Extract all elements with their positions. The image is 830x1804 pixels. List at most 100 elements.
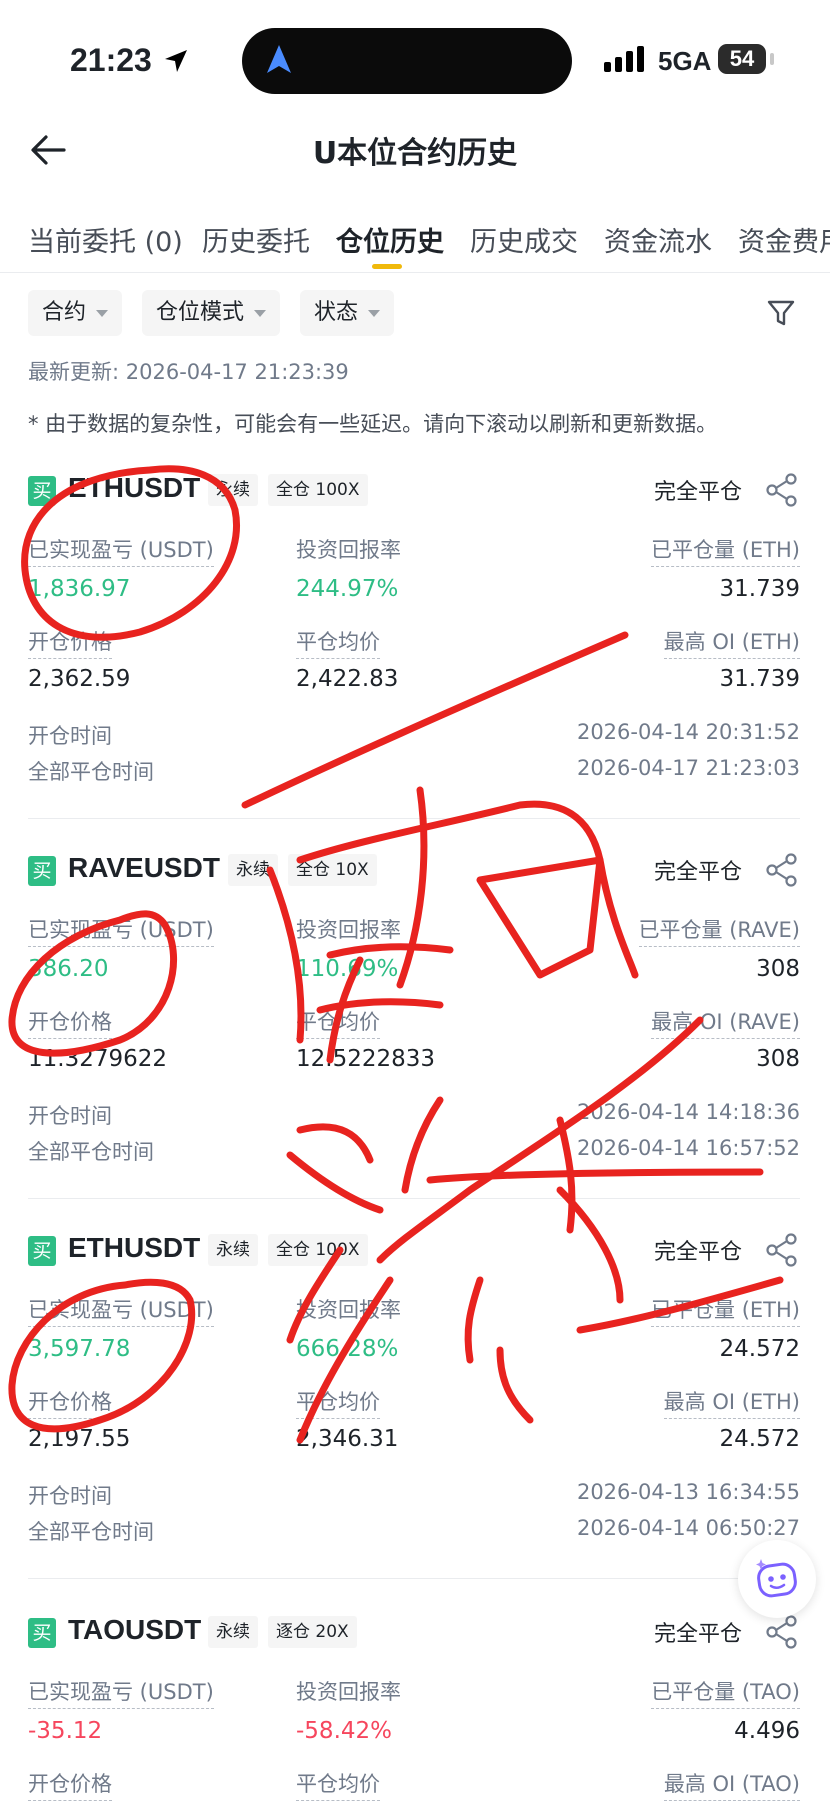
realized-pnl-label: 已实现盈亏 (USDT)	[28, 914, 214, 947]
share-icon[interactable]	[764, 472, 800, 508]
perp-tag: 永续	[208, 1234, 258, 1266]
realized-pnl-label: 已实现盈亏 (USDT)	[28, 1676, 214, 1709]
position-status: 完全平仓	[653, 1622, 742, 1647]
card-divider	[28, 818, 800, 819]
funnel-filter-icon[interactable]	[766, 298, 796, 328]
margin-tag: 逐仓 20X	[268, 1616, 357, 1648]
avg-close-label: 平仓均价	[296, 1768, 380, 1801]
closed-qty-label: 已平仓量 (TAO)	[651, 1676, 800, 1709]
contract-symbol: RAVEUSDT	[68, 852, 220, 883]
entry-price-label: 开仓价格	[28, 626, 112, 659]
avg-close-label: 平仓均价	[296, 1386, 380, 1419]
entry-price-label: 开仓价格	[28, 1006, 112, 1039]
share-icon[interactable]	[764, 1232, 800, 1268]
max-oi-value: 308	[756, 1046, 800, 1072]
contract-symbol: TAOUSDT	[68, 1614, 202, 1645]
close-time-value: 2026-04-14 06:50:27	[576, 1516, 800, 1540]
entry-price-value: 2,362.59	[28, 666, 131, 692]
close-time-label: 全部平仓时间	[28, 1520, 154, 1544]
open-time-label: 开仓时间	[28, 1104, 112, 1128]
card-divider	[28, 1578, 800, 1579]
avg-close-value: 12.5222833	[296, 1046, 436, 1072]
position-card[interactable]: 买 RAVEUSDT 永续 全仓 10X 完全平仓 已实现盈亏 (USDT) 投…	[0, 852, 830, 1232]
cellular-signal-icon	[604, 46, 644, 72]
side-badge: 买	[28, 1236, 56, 1266]
realized-pnl-value: 386.20	[28, 956, 109, 982]
entry-price-value: 11.3279622	[28, 1046, 168, 1072]
position-status: 完全平仓	[653, 1240, 742, 1265]
entry-price-label: 开仓价格	[28, 1386, 112, 1419]
max-oi-label: 最高 OI (ETH)	[663, 626, 800, 659]
closed-qty-value: 4.496	[734, 1718, 800, 1744]
position-status: 完全平仓	[653, 860, 742, 885]
closed-qty-label: 已平仓量 (ETH)	[651, 534, 800, 567]
tabs-divider	[0, 272, 830, 273]
close-time-label: 全部平仓时间	[28, 760, 154, 784]
open-time-value: 2026-04-13 16:34:55	[576, 1480, 800, 1504]
closed-qty-label: 已平仓量 (ETH)	[651, 1294, 800, 1327]
filter-status[interactable]: 状态	[300, 290, 395, 336]
entry-price-value: 2,197.55	[28, 1426, 131, 1452]
tab-funding-fee[interactable]: 资金费用	[738, 220, 830, 259]
perp-tag: 永续	[228, 854, 278, 886]
history-tabs: 当前委托 (0) 历史委托 仓位历史 历史成交 资金流水 资金费用	[0, 212, 830, 272]
margin-tag: 全仓 10X	[288, 854, 377, 886]
max-oi-label: 最高 OI (TAO)	[663, 1768, 800, 1801]
caret-down-icon	[96, 309, 109, 317]
filter-contract[interactable]: 合约	[28, 290, 123, 336]
card-divider	[28, 1198, 800, 1199]
tab-transaction-history[interactable]: 资金流水	[604, 220, 712, 259]
ai-assistant-button[interactable]	[738, 1540, 816, 1618]
realized-pnl-value: -35.12	[28, 1718, 103, 1744]
open-time-value: 2026-04-14 14:18:36	[576, 1100, 800, 1124]
max-oi-value: 24.572	[719, 1426, 800, 1452]
side-badge: 买	[28, 476, 56, 506]
max-oi-label: 最高 OI (RAVE)	[651, 1006, 800, 1039]
closed-qty-value: 31.739	[719, 576, 800, 602]
position-card[interactable]: 买 ETHUSDT 永续 全仓 100X 完全平仓 已实现盈亏 (USDT) 投…	[0, 1232, 830, 1612]
avg-close-label: 平仓均价	[296, 1006, 380, 1039]
closed-qty-value: 308	[756, 956, 800, 982]
filter-contract-label: 合约	[42, 300, 87, 325]
share-icon[interactable]	[764, 852, 800, 888]
delay-notice: * 由于数据的复杂性，可能会有一些延迟。请向下滚动以刷新和更新数据。	[28, 412, 718, 436]
active-tab-indicator	[372, 264, 402, 269]
share-icon[interactable]	[764, 1614, 800, 1650]
tab-position-history[interactable]: 仓位历史	[336, 220, 444, 259]
network-type: 5GA	[658, 46, 712, 76]
filter-position-mode-label: 仓位模式	[156, 300, 245, 325]
realized-pnl-value: 3,597.78	[28, 1336, 131, 1362]
side-badge: 买	[28, 1618, 56, 1648]
tab-order-history[interactable]: 历史委托	[202, 220, 310, 259]
realized-pnl-label: 已实现盈亏 (USDT)	[28, 1294, 214, 1327]
roi-value: 666.28%	[296, 1336, 399, 1362]
status-bar: 21:23 5GA 54	[0, 0, 830, 120]
avg-close-value: 2,422.83	[296, 666, 399, 692]
position-card[interactable]: 买 ETHUSDT 永续 全仓 100X 完全平仓 已实现盈亏 (USDT) 投…	[0, 472, 830, 852]
location-arrow-icon	[165, 50, 187, 72]
max-oi-value: 31.739	[719, 666, 800, 692]
open-time-label: 开仓时间	[28, 724, 112, 748]
roi-label: 投资回报率	[296, 1680, 401, 1704]
contract-symbol: ETHUSDT	[68, 1232, 201, 1263]
battery-icon: 54	[718, 44, 766, 74]
robot-assistant-icon	[756, 1559, 797, 1598]
closed-qty-label: 已平仓量 (RAVE)	[638, 914, 800, 947]
navigation-icon	[267, 45, 291, 73]
roi-value: 244.97%	[296, 576, 399, 602]
roi-value: -58.42%	[296, 1718, 392, 1744]
realized-pnl-value: 1,836.97	[28, 576, 131, 602]
avg-close-value: 2,346.31	[296, 1426, 399, 1452]
caret-down-icon	[368, 309, 381, 317]
page-title: U本位合约历史	[312, 136, 518, 171]
closed-qty-value: 24.572	[719, 1336, 800, 1362]
perp-tag: 永续	[208, 474, 258, 506]
roi-label: 投资回报率	[296, 1298, 401, 1322]
tab-trade-history[interactable]: 历史成交	[470, 220, 578, 259]
filter-position-mode[interactable]: 仓位模式	[142, 290, 281, 336]
filter-status-label: 状态	[314, 300, 359, 325]
position-card[interactable]: 买 TAOUSDT 永续 逐仓 20X 完全平仓 已实现盈亏 (USDT) 投资…	[0, 1614, 830, 1804]
close-time-label: 全部平仓时间	[28, 1140, 154, 1164]
avg-close-label: 平仓均价	[296, 626, 380, 659]
tab-open-orders[interactable]: 当前委托 (0)	[28, 220, 183, 259]
